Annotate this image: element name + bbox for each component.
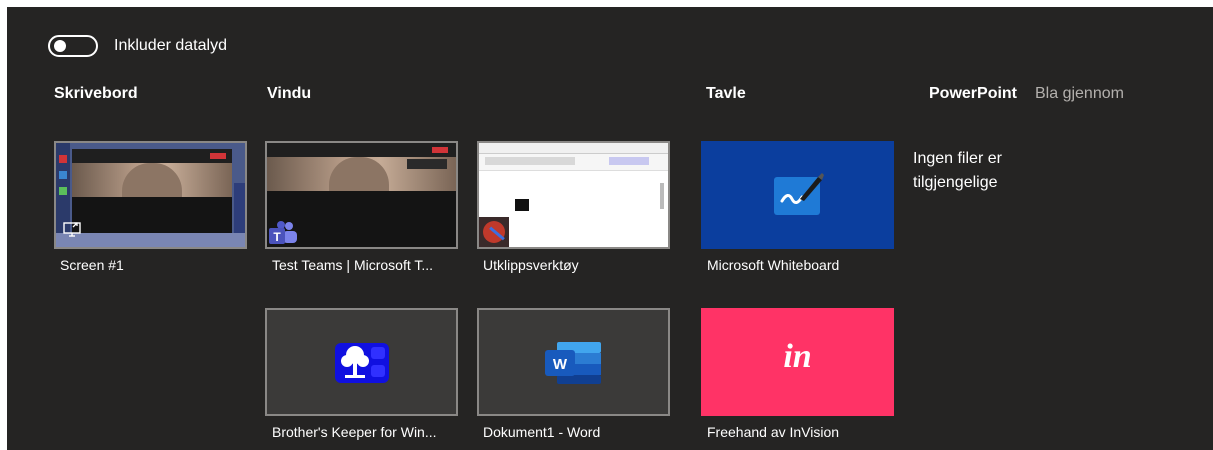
- window-heading: Vindu: [267, 85, 312, 102]
- freehand-caption: Freehand av InVision: [707, 424, 840, 440]
- whiteboard-heading: Tavle: [706, 85, 746, 102]
- word-window-thumbnail: W: [477, 308, 670, 416]
- include-audio-toggle[interactable]: [48, 35, 98, 57]
- teams-window-tile[interactable]: T Test Teams | Microsoft T...: [265, 141, 458, 273]
- microsoft-whiteboard-thumbnail: [701, 141, 894, 249]
- word-icon-letter: W: [552, 356, 568, 373]
- teams-icon: T: [269, 221, 297, 244]
- share-screen-icon: [63, 222, 81, 237]
- brothers-keeper-caption: Brother's Keeper for Win...: [272, 424, 437, 440]
- word-window-caption: Dokument1 - Word: [483, 424, 601, 440]
- no-files-message: Ingen filer er tilgjengelige: [913, 150, 1002, 191]
- freehand-tile[interactable]: in Freehand av InVision: [701, 308, 894, 440]
- include-audio-row: Inkluder datalyd: [48, 28, 227, 64]
- brothers-keeper-tile[interactable]: Brother's Keeper for Win...: [265, 308, 458, 440]
- screen-1-thumbnail: [54, 141, 247, 249]
- powerpoint-heading: PowerPoint: [929, 85, 1018, 102]
- browse-link[interactable]: Bla gjennom: [1035, 85, 1124, 103]
- snipping-tool-thumbnail: [477, 141, 670, 249]
- microsoft-whiteboard-caption: Microsoft Whiteboard: [707, 257, 840, 273]
- snipping-tool-tile[interactable]: Utklippsverktøy: [477, 141, 670, 273]
- brothers-keeper-icon: [335, 343, 389, 383]
- whiteboard-icon: [774, 173, 824, 215]
- freehand-thumbnail: in: [701, 308, 894, 416]
- screen-1-caption: Screen #1: [60, 257, 124, 273]
- toggle-knob: [54, 40, 66, 52]
- screen-1-tile[interactable]: Screen #1: [54, 141, 247, 273]
- desktop-heading: Skrivebord: [54, 85, 138, 102]
- invision-icon: in: [783, 338, 812, 375]
- include-audio-label: Inkluder datalyd: [114, 37, 227, 54]
- brothers-keeper-thumbnail: [265, 308, 458, 416]
- svg-text:T: T: [273, 230, 281, 244]
- teams-window-caption: Test Teams | Microsoft T...: [272, 257, 434, 273]
- snipping-tool-caption: Utklippsverktøy: [483, 257, 579, 273]
- word-window-tile[interactable]: W Dokument1 - Word: [477, 308, 670, 440]
- microsoft-whiteboard-tile[interactable]: Microsoft Whiteboard: [701, 141, 894, 273]
